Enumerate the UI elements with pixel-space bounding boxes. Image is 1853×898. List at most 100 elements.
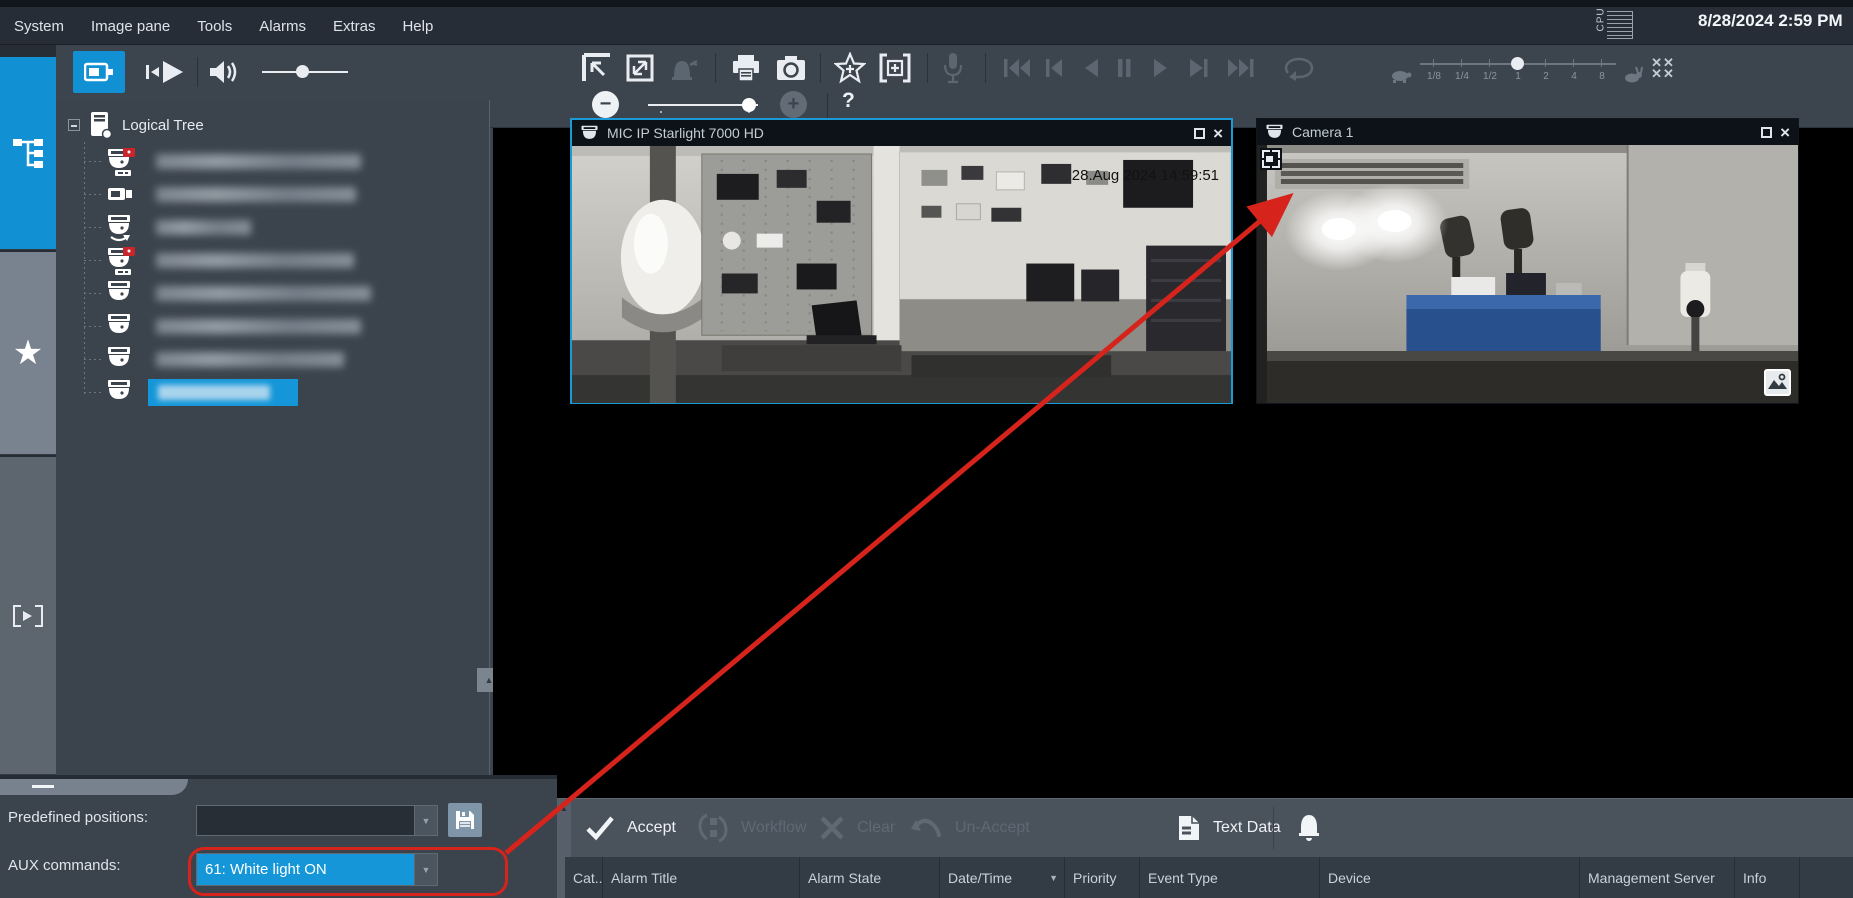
camera-icon — [106, 313, 136, 341]
workflow-button[interactable]: Workflow — [697, 811, 807, 845]
fast-speed-indicator — [1622, 65, 1644, 85]
tree-item-camera[interactable] — [56, 178, 476, 211]
panel-splitter-handle[interactable] — [0, 779, 188, 795]
close-icon[interactable]: × — [1213, 125, 1223, 142]
alarm-column-header[interactable]: Alarm Title ▼ — [603, 857, 800, 898]
menu-item[interactable]: Alarms — [259, 18, 306, 35]
skip-end-button[interactable] — [1226, 57, 1256, 79]
image-pane-camera-1[interactable]: Camera 1 × — [1256, 118, 1799, 404]
close-icon[interactable]: × — [1780, 124, 1790, 141]
microphone-button[interactable] — [942, 51, 964, 85]
accept-alarm-button[interactable]: Accept — [585, 811, 676, 845]
dome-camera-icon — [580, 125, 599, 141]
save-position-button[interactable] — [448, 803, 482, 837]
menu-item[interactable]: Extras — [333, 18, 376, 35]
step-forward-icon — [1188, 57, 1210, 79]
slow-speed-indicator — [1388, 67, 1414, 83]
close-all-panes-button[interactable]: ✕✕✕✕ — [1648, 57, 1678, 79]
alarm-column-header[interactable]: Info ▼ — [1735, 857, 1800, 898]
tree-item-camera[interactable] — [56, 211, 476, 244]
image-pane-mic-starlight[interactable]: MIC IP Starlight 7000 HD × — [570, 118, 1233, 404]
pane-title: MIC IP Starlight 7000 HD — [607, 125, 1186, 141]
alarm-image-pane-button[interactable] — [666, 53, 700, 83]
pause-button[interactable] — [1116, 57, 1132, 79]
playback-speed-slider[interactable]: 1/81/41/21248 — [1420, 55, 1616, 87]
snapshot-button[interactable] — [775, 54, 807, 82]
dome-camera-icon — [1265, 124, 1284, 140]
maximize-icon — [625, 53, 655, 83]
annotation-highlight-box — [188, 847, 508, 896]
help-button[interactable]: ? — [842, 89, 855, 113]
skip-start-button[interactable] — [1002, 57, 1032, 79]
play-backward-button[interactable] — [1082, 57, 1100, 79]
step-back-button[interactable] — [1044, 57, 1066, 79]
alarm-bell-button[interactable] — [1297, 811, 1321, 845]
camera-icon — [106, 148, 136, 176]
select-pane-button[interactable] — [582, 53, 612, 83]
zoom-out-icon: − — [592, 91, 619, 118]
speed-label: 1/4 — [1448, 71, 1476, 82]
audio-button[interactable] — [208, 58, 240, 91]
pause-icon — [1116, 57, 1132, 79]
speaker-icon — [208, 58, 240, 86]
zoom-out-button[interactable]: − — [592, 91, 619, 118]
maximize-icon[interactable] — [1761, 127, 1772, 138]
tab-logical-tree[interactable] — [0, 57, 56, 250]
snapshot-icon — [775, 54, 807, 82]
tree-item-camera[interactable] — [56, 244, 476, 277]
tree-item-camera[interactable] — [56, 277, 476, 310]
tree-item-camera[interactable] — [56, 343, 476, 376]
add-favorite-icon — [834, 52, 866, 84]
video-timestamp-overlay: 28.Aug 2024 14:59:51 — [1072, 167, 1219, 184]
step-forward-button[interactable] — [1188, 57, 1210, 79]
tree-item-label-redacted — [148, 183, 364, 206]
alarm-column-header[interactable]: Alarm State ▼ — [800, 857, 940, 898]
speed-slider-thumb[interactable] — [1511, 57, 1524, 70]
chevron-down-icon[interactable]: ▼ — [414, 806, 437, 835]
pip-icon[interactable] — [1260, 148, 1282, 170]
volume-slider-thumb[interactable] — [296, 65, 309, 78]
tree-item-camera[interactable] — [56, 310, 476, 343]
collapse-icon[interactable] — [68, 119, 80, 131]
tab-favorites[interactable]: ★ — [0, 252, 56, 455]
clear-alarm-button[interactable]: Clear — [819, 811, 895, 845]
play-icon — [1152, 57, 1170, 79]
alarm-column-header[interactable]: Management Server ▼ — [1580, 857, 1735, 898]
undo-icon — [909, 815, 943, 841]
add-bookmark-button[interactable] — [878, 53, 912, 83]
bookmark-playback-icon — [13, 605, 43, 627]
play-button[interactable] — [1152, 57, 1170, 79]
predefined-positions-select[interactable]: ▼ — [196, 805, 438, 836]
unaccept-alarm-button[interactable]: Un-Accept — [909, 811, 1030, 845]
sort-arrow-icon[interactable]: ▼ — [1049, 873, 1058, 883]
menu-item[interactable]: System — [14, 18, 64, 35]
text-data-button[interactable]: Text Data — [1177, 811, 1281, 845]
instant-playback-button[interactable] — [144, 59, 186, 90]
zoom-in-button[interactable]: + — [780, 91, 807, 118]
tree-root-row[interactable]: Logical Tree — [68, 110, 204, 140]
menu-item[interactable]: Image pane — [91, 18, 170, 35]
maximize-icon[interactable] — [1194, 128, 1205, 139]
tree-item-camera[interactable] — [56, 145, 476, 178]
alarm-column-header[interactable]: Event Type ▼ — [1140, 857, 1320, 898]
loop-playback-button[interactable] — [1280, 55, 1318, 81]
add-favorite-button[interactable] — [834, 52, 866, 84]
tree-toolbar — [56, 45, 490, 100]
tree-item-camera[interactable] — [56, 376, 476, 409]
tab-bookmarks[interactable] — [0, 457, 56, 775]
toolbar-separator — [985, 53, 986, 83]
bvms-operator-client: SystemImage paneToolsAlarmsExtrasHelp CP… — [0, 0, 1853, 898]
digital-zoom-thumb[interactable] — [742, 98, 756, 112]
alarm-column-header[interactable]: Priority ▼ — [1065, 857, 1140, 898]
speed-labels: 1/81/41/21248 — [1420, 71, 1616, 82]
alarm-column-header[interactable]: Date/Time ▼ — [940, 857, 1065, 898]
speed-label: 4 — [1560, 71, 1588, 82]
maximize-pane-button[interactable] — [625, 53, 655, 83]
live-mode-button[interactable] — [73, 51, 125, 93]
alarm-column-header[interactable]: Cat.. ▼ — [565, 857, 603, 898]
menu-item[interactable]: Tools — [197, 18, 232, 35]
reference-image-icon[interactable] — [1764, 369, 1791, 396]
alarm-column-header[interactable]: Device ▼ — [1320, 857, 1580, 898]
print-button[interactable] — [730, 53, 762, 83]
menu-item[interactable]: Help — [402, 18, 433, 35]
